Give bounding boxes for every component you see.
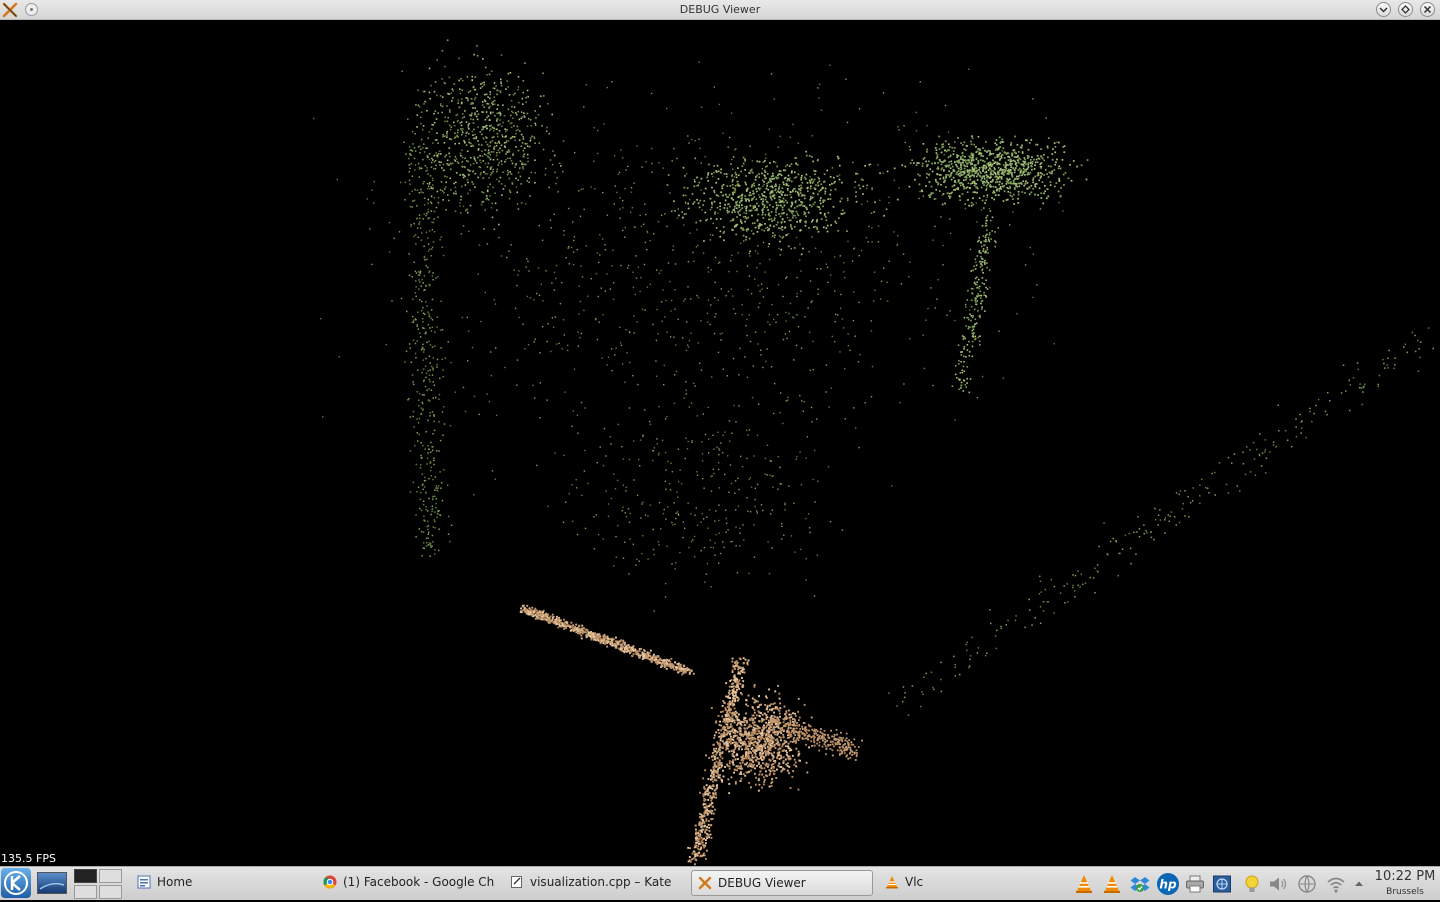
task-label: DEBUG Viewer <box>718 876 806 890</box>
task-label: (1) Facebook - Google Chrome <box>343 875 495 889</box>
network-monitor-icon[interactable] <box>1212 874 1232 894</box>
task-label: Vlc <box>905 875 924 889</box>
text-editor-icon <box>511 876 522 888</box>
pager-desktop-2[interactable] <box>99 869 122 883</box>
fps-counter: 135.5 FPS <box>1 852 56 865</box>
x-icon <box>698 876 712 890</box>
task-label: Home <box>157 875 193 889</box>
minimize-button[interactable] <box>1376 2 1391 17</box>
task-chrome[interactable]: (1) Facebook - Google Chrome <box>317 870 495 896</box>
point-cloud-viewport[interactable]: 135.5 FPS <box>0 20 1440 866</box>
printer-icon[interactable] <box>1185 874 1205 894</box>
volume-icon[interactable] <box>1268 874 1288 894</box>
folder-icon <box>137 875 151 889</box>
task-debug-viewer[interactable]: DEBUG Viewer <box>691 870 873 896</box>
task-home[interactable]: Home <box>131 870 317 896</box>
expand-arrow-icon[interactable] <box>1352 874 1366 894</box>
pager-desktop-4[interactable] <box>99 885 122 899</box>
desktop-icon <box>39 882 65 890</box>
wifi-icon[interactable] <box>1326 874 1346 894</box>
maximize-button[interactable] <box>1398 2 1413 17</box>
pager-desktop-3[interactable] <box>74 885 97 899</box>
chevron-down-icon <box>1379 7 1388 13</box>
task-vlc[interactable]: Vlc <box>879 870 1059 896</box>
taskbar: Home (1) Facebook - Google Chrome visual… <box>0 866 1440 900</box>
kde-icon <box>4 871 28 895</box>
network-icon[interactable] <box>1297 874 1317 894</box>
point-cloud[interactable] <box>0 20 1440 866</box>
clock-time[interactable]: 10:22 PM <box>1372 869 1438 884</box>
vlc-icon <box>886 876 898 889</box>
clock-timezone: Brussels <box>1386 887 1424 897</box>
window-titlebar[interactable]: DEBUG Viewer <box>0 0 1440 20</box>
show-desktop-button[interactable] <box>37 872 67 894</box>
hp-icon[interactable]: hp <box>1156 872 1180 896</box>
vlc-icon[interactable] <box>1074 874 1094 894</box>
application-launcher-button[interactable] <box>1 868 31 898</box>
dropbox-icon[interactable] <box>1130 874 1150 894</box>
close-icon <box>1423 5 1432 14</box>
close-button[interactable] <box>1420 2 1435 17</box>
bulb-icon[interactable] <box>1242 874 1262 894</box>
task-label: visualization.cpp – Kate <box>530 875 672 889</box>
vlc-icon[interactable] <box>1102 874 1122 894</box>
window-title: DEBUG Viewer <box>679 3 761 16</box>
task-kate[interactable]: visualization.cpp – Kate <box>504 870 684 896</box>
chrome-icon <box>323 875 337 889</box>
diamond-icon <box>1401 5 1410 14</box>
pager-desktop-1[interactable] <box>74 869 97 883</box>
